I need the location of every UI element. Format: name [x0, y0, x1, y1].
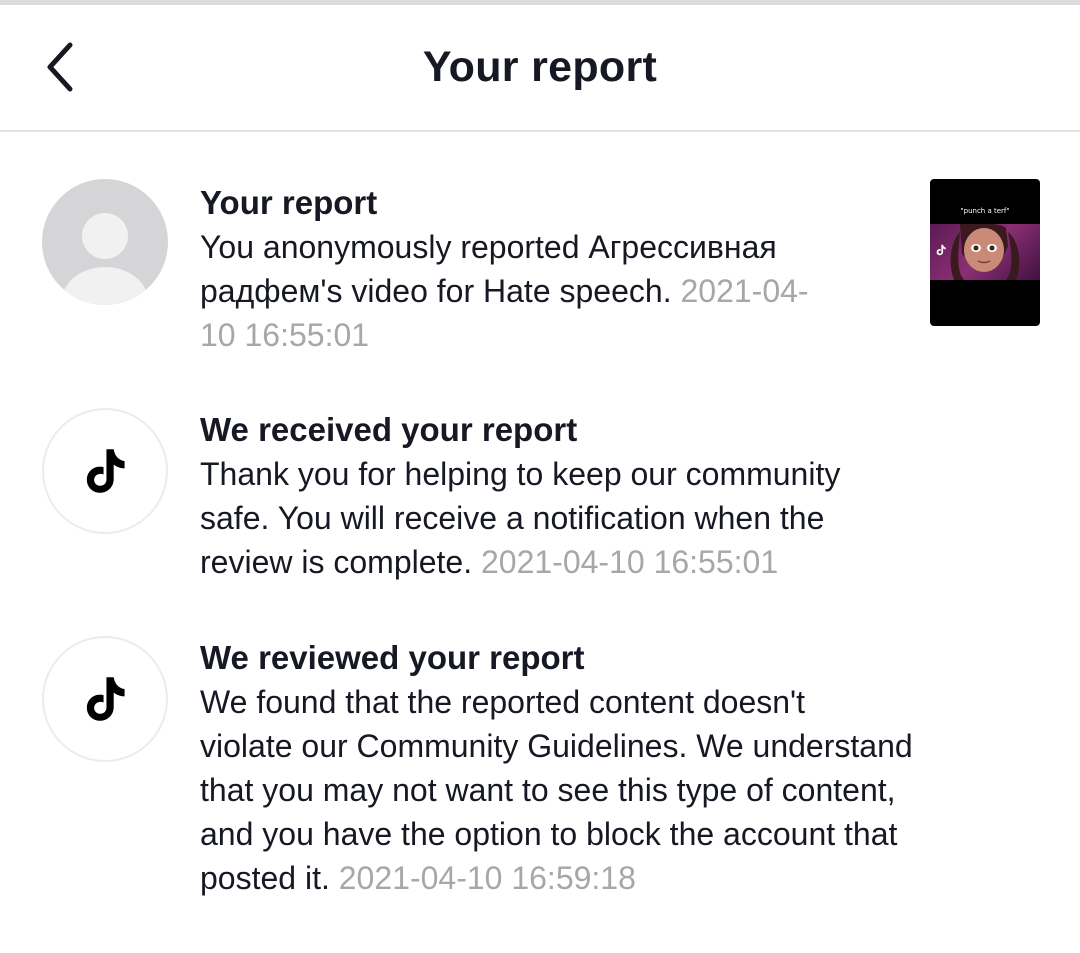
thumbnail-caption: "punch a terf" [960, 207, 1010, 215]
body-line: Thank you for helping to keep our commun… [200, 456, 841, 492]
report-item-body: Thank you for helping to keep our commun… [200, 452, 840, 584]
page-title: Your report [422, 43, 658, 91]
body-line: violate our Community Guidelines. We und… [200, 728, 913, 764]
body-text: posted it. [200, 860, 339, 896]
timestamp: 2021-04-10 16:59:18 [338, 860, 636, 896]
timestamp: 2021-04-10 16:55:01 [480, 544, 779, 580]
tiktok-logo-icon [86, 677, 125, 721]
body-line: posted it. 2021-04-10 16:59:18 [200, 856, 913, 900]
tiktok-avatar [42, 408, 168, 534]
header: Your report [0, 5, 1080, 132]
report-item-body: You anonymously reported Агрессивная рад… [200, 225, 809, 357]
user-silhouette-icon [62, 213, 148, 305]
video-thumbnail[interactable]: "punch a terf" [930, 179, 1040, 326]
tiktok-avatar [42, 636, 168, 762]
body-line: You anonymously reported Агрессивная [200, 229, 777, 265]
timestamp: 2021-04- [680, 273, 809, 309]
report-item-title: We reviewed your report [200, 639, 585, 676]
report-item-title: Your report [200, 184, 378, 221]
report-item-text: We received your report Thank you for he… [200, 408, 840, 584]
body-line: that you may not want to see this type o… [200, 772, 896, 808]
body-line: радфем's video for Hate speech. 2021-04- [200, 269, 809, 313]
report-item-title: We received your report [200, 411, 578, 448]
body-line: safe. You will receive a notification wh… [200, 500, 825, 536]
body-line: We found that the reported content doesn… [200, 684, 806, 720]
default-user-avatar [42, 179, 168, 305]
timestamp: 10 16:55:01 [200, 317, 370, 353]
body-line: and you have the option to block the acc… [200, 816, 898, 852]
tiktok-watermark-icon [936, 244, 946, 256]
report-item-text: We reviewed your report We found that th… [200, 636, 913, 900]
body-text: радфем's video for Hate speech. [200, 273, 681, 309]
report-item-body: We found that the reported content doesn… [200, 680, 913, 900]
body-text: review is complete. [200, 544, 481, 580]
body-line: review is complete. 2021-04-10 16:55:01 [200, 540, 840, 584]
report-item-text: Your report You anonymously reported Агр… [200, 181, 809, 357]
tiktok-logo-icon [86, 449, 125, 493]
